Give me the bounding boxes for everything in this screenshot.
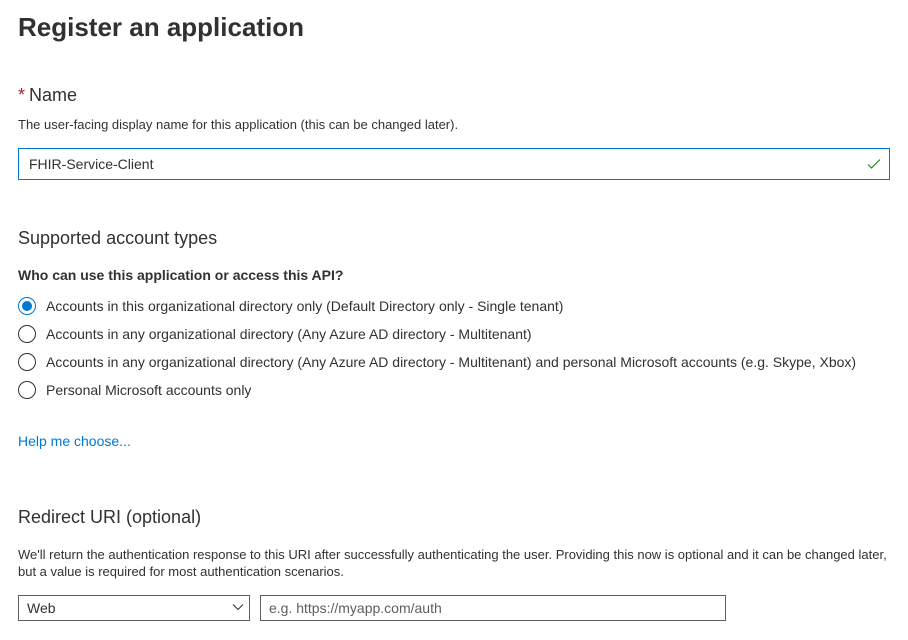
redirect-uri-hint: We'll return the authentication response…: [18, 546, 890, 581]
platform-select[interactable]: Web: [18, 595, 250, 621]
radio-option-single-tenant[interactable]: Accounts in this organizational director…: [18, 297, 890, 315]
redirect-uri-input[interactable]: [260, 595, 726, 621]
page-title: Register an application: [18, 12, 890, 43]
radio-option-multitenant[interactable]: Accounts in any organizational directory…: [18, 325, 890, 343]
name-input[interactable]: [18, 148, 890, 180]
radio-icon: [18, 381, 36, 399]
help-me-choose-link[interactable]: Help me choose...: [18, 433, 131, 449]
radio-dot-icon: [22, 301, 32, 311]
redirect-uri-section: Redirect URI (optional) We'll return the…: [18, 507, 890, 621]
redirect-uri-row: Web: [18, 595, 890, 621]
name-field-section: *Name The user-facing display name for t…: [18, 85, 890, 180]
radio-icon: [18, 297, 36, 315]
radio-icon: [18, 353, 36, 371]
checkmark-icon: [866, 156, 882, 172]
name-label-text: Name: [29, 85, 77, 105]
radio-label: Personal Microsoft accounts only: [46, 382, 251, 398]
account-types-radio-group: Accounts in this organizational director…: [18, 297, 890, 399]
redirect-uri-heading: Redirect URI (optional): [18, 507, 890, 528]
platform-select-wrap: Web: [18, 595, 250, 621]
radio-option-personal-only[interactable]: Personal Microsoft accounts only: [18, 381, 890, 399]
account-types-heading: Supported account types: [18, 228, 890, 249]
platform-select-value: Web: [27, 600, 56, 616]
name-label: *Name: [18, 85, 890, 106]
account-types-question: Who can use this application or access t…: [18, 267, 890, 283]
required-indicator: *: [18, 85, 25, 105]
radio-option-multitenant-personal[interactable]: Accounts in any organizational directory…: [18, 353, 890, 371]
radio-label: Accounts in any organizational directory…: [46, 354, 856, 370]
radio-label: Accounts in this organizational director…: [46, 298, 563, 314]
radio-label: Accounts in any organizational directory…: [46, 326, 532, 342]
name-hint: The user-facing display name for this ap…: [18, 116, 890, 134]
name-input-wrap: [18, 148, 890, 180]
account-types-section: Supported account types Who can use this…: [18, 228, 890, 449]
radio-icon: [18, 325, 36, 343]
